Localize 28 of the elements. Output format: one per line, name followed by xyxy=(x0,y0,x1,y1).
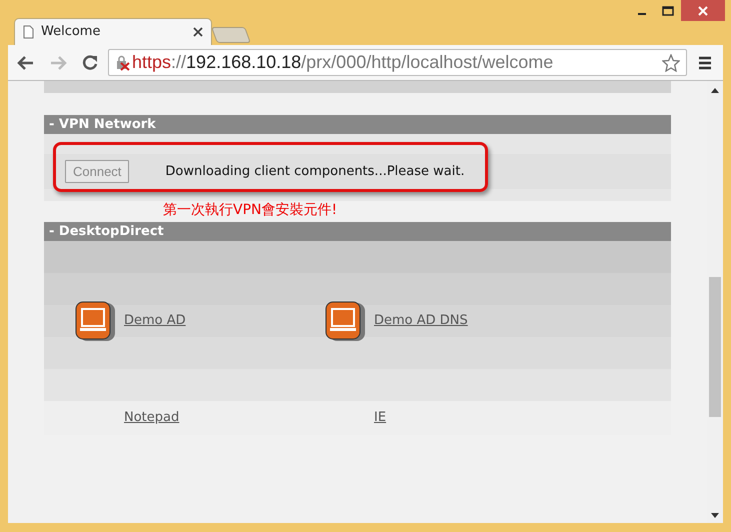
scrollbar-thumb[interactable] xyxy=(709,277,721,417)
annotation-text: 第一次執行VPN會安裝元件! xyxy=(163,202,338,218)
reload-icon xyxy=(81,54,99,72)
close-tab-icon[interactable] xyxy=(193,27,203,37)
minimize-icon xyxy=(638,12,646,14)
scroll-down-icon[interactable] xyxy=(711,513,719,519)
bookmark-star-icon[interactable] xyxy=(662,54,680,72)
menu-icon xyxy=(698,56,712,70)
app-link[interactable]: IE xyxy=(374,408,386,428)
status-message: Downloading client components...Please wait. xyxy=(165,162,465,181)
monitor-app-icon xyxy=(74,300,116,342)
section-header[interactable]: - DesktopDirect xyxy=(44,222,671,241)
tab-title: Welcome xyxy=(41,23,102,42)
monitor-app-icon xyxy=(324,300,366,342)
app-link[interactable]: Notepad xyxy=(124,408,180,428)
forward-arrow-icon xyxy=(49,54,67,70)
section-header[interactable]: - VPN Network xyxy=(44,115,671,134)
back-arrow-icon xyxy=(17,54,35,70)
page-icon xyxy=(23,25,34,39)
address-bar[interactable]: https://192.168.10.18/prx/000/http/localhost/welcome xyxy=(108,49,687,76)
close-icon xyxy=(697,4,709,16)
app-link[interactable]: Demo AD DNS xyxy=(374,311,468,331)
maximize-icon xyxy=(662,6,674,16)
browser-tab[interactable]: Welcome xyxy=(14,18,212,45)
url-text: https://192.168.10.18/prx/000/http/localhost/welcome xyxy=(132,51,554,74)
scroll-up-icon[interactable] xyxy=(711,87,719,93)
app-link[interactable]: Demo AD xyxy=(124,311,186,331)
close-button[interactable] xyxy=(681,0,725,21)
